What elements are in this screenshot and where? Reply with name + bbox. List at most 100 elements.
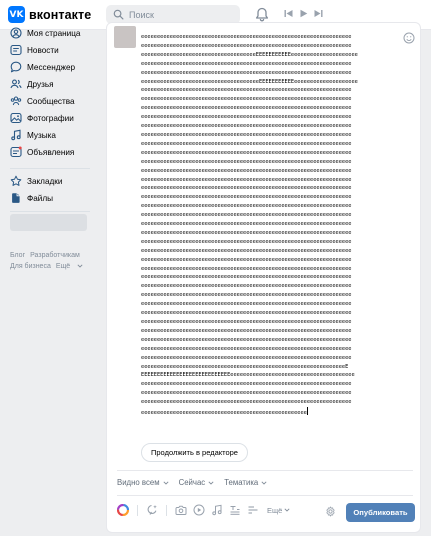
post-text-line: eeeeeeeeeeeeeeeeeeeeeeeeeeeeeeeeeeeeeeee… xyxy=(141,185,352,192)
sidebar-item-friends[interactable]: Друзья xyxy=(0,76,100,93)
notifications-bell-icon[interactable] xyxy=(255,7,269,22)
post-text-line: eeeeeeeeeeeeeeeeeeeeeeeeeeeeeeeeeeeeeeee… xyxy=(141,381,352,388)
star-icon xyxy=(10,175,22,186)
sidebar-item-classifieds[interactable]: Объявления xyxy=(0,144,100,161)
toolbar-separator xyxy=(137,504,138,516)
sidebar-item-communities[interactable]: Сообщества xyxy=(0,93,100,110)
sidebar-item-my-page[interactable]: Моя страница xyxy=(0,25,100,42)
sidebar-item-photos[interactable]: Фотографии xyxy=(0,110,100,127)
vk-logo[interactable]: VK вконтакте xyxy=(8,6,91,23)
color-wheel-icon xyxy=(117,504,129,516)
post-text-line: eeeeeeeeeeeeeeeeeeeeeeeeeeeeeeeeeeeeeeee… xyxy=(141,229,352,236)
search-placeholder: Поиск xyxy=(129,9,154,20)
post-text-line: eeeeeeeeeeeeeeeeeeeeeeeeeeeeeeeeeeeeeeee… xyxy=(141,167,352,174)
vk-logo-text: вконтакте xyxy=(29,7,92,22)
attach-sticker-button[interactable] xyxy=(146,504,158,516)
publish-time-select[interactable]: Сейчас xyxy=(179,478,215,487)
emoji-smile-icon[interactable] xyxy=(403,32,415,44)
post-text-line: eeeeeeeeeeeeeeeeeeeeeeeeeeeeeeeeeeeeeeee… xyxy=(141,140,352,147)
post-text-line: eeeeeeeeeeeeeeeeeeeeeeeeeeeeeeeeeeeeeeee… xyxy=(141,265,352,272)
attach-color-background-button[interactable] xyxy=(117,504,129,516)
sidebar-divider xyxy=(10,211,90,212)
sidebar-item-bookmarks[interactable]: Закладки xyxy=(0,173,100,190)
attach-video-button[interactable] xyxy=(193,504,205,516)
post-text-line: eeeeeeeeeeeeeeeeeeeeeeeeeeeeeeeeeeeeeeee… xyxy=(141,87,352,94)
toolbar-separator xyxy=(166,504,167,516)
sidebar-item-news[interactable]: Новости xyxy=(0,42,100,59)
post-text-line: eeeeeeeeeeeeeeeeeeeeeeeeeeeeeeeeeeeeeeee… xyxy=(141,123,352,130)
post-text-line: eeeeeeeeeeeeeeeeeeeeeeeeeeeeeeeeeeeeeeee… xyxy=(141,336,352,343)
user-circle-icon xyxy=(10,27,22,39)
vk-logo-icon: VK xyxy=(8,6,25,23)
post-text-line: eeeeeeeeeeeeeeeeeeeeeeeeeeeeeeeeeeeeeeee… xyxy=(141,399,352,406)
post-text-line: eeeeeeeeeeeeeeeeeeeeeeeeeeeeeeeeeeeeeeee… xyxy=(141,114,352,121)
attach-photo-button[interactable] xyxy=(175,504,187,516)
sidebar-item-label: Фотографии xyxy=(27,114,74,123)
play-icon[interactable] xyxy=(299,9,308,18)
post-text-line: eeeeeeeeeeeeeeeeeeeeeeeeeeeeeeeeeeeeeeee… xyxy=(141,407,403,418)
photo-icon xyxy=(10,112,22,124)
sidebar-item-messenger[interactable]: Мессенджер xyxy=(0,59,100,76)
sidebar-item-files[interactable]: Файлы xyxy=(0,190,100,207)
chat-bubble-icon xyxy=(10,61,22,73)
music-note-icon xyxy=(212,504,222,516)
post-text-line: eeeeeeeeeeeeeeeeeeeeeeeeeeeeeeeeeeeeeeee… xyxy=(141,274,352,281)
chevron-down-icon xyxy=(77,264,83,268)
sidebar-footer-links-2: Для бизнеса Ещё xyxy=(10,263,88,270)
audio-player-controls xyxy=(284,9,323,18)
sidebar-item-music[interactable]: Музыка xyxy=(0,127,100,144)
friends-icon xyxy=(10,79,22,89)
sidebar-item-label: Объявления xyxy=(27,148,75,157)
footer-link-business[interactable]: Для бизнеса xyxy=(10,263,51,270)
post-text-line: eeeeeeeeeeeeeeeeeeeeeeeeeeeeeeeeeeeeeeee… xyxy=(141,158,352,165)
text-caret xyxy=(306,407,308,416)
chevron-down-icon xyxy=(163,480,169,485)
music-note-icon xyxy=(11,129,21,141)
search-icon xyxy=(113,9,124,20)
post-text-line: eeeeeeeeeeeeeeeeeeeeeeeeeeeeeeeeeeeeeeee… xyxy=(141,42,352,49)
footer-link-more[interactable]: Ещё xyxy=(56,263,83,270)
continue-in-editor-button[interactable]: Продолжить в редакторе xyxy=(141,443,248,462)
post-text-line: eeeeeeeeeeeeeeeeeeeeeeeeeeeeeeeeeeeeeeee… xyxy=(141,176,352,183)
attach-article-button[interactable] xyxy=(229,504,241,516)
gear-icon[interactable] xyxy=(325,506,336,517)
footer-link-developers[interactable]: Разработчикам xyxy=(30,252,80,259)
post-text-line: eeeeeeeeeeeeeeeeeeeeeeeeeeeeeeeeeeeeeeee… xyxy=(141,345,352,352)
post-text-line: eeeeeeeeeeeeeeeeeeeeeeeeeeeeeeeeeeeeeeee… xyxy=(141,105,352,112)
post-text-line: eeeeeeeeeeeeeeeeeeeeeeeeeeeeeeeeeeeeeeee… xyxy=(141,194,352,201)
footer-link-blog[interactable]: Блог xyxy=(10,252,25,259)
sidebar-item-label: Друзья xyxy=(27,80,54,89)
chevron-down-icon xyxy=(261,480,267,485)
attach-poll-button[interactable] xyxy=(247,504,259,516)
post-text-line: eeeeeeeeeeeeeeeeeeeeeeeeeeeeeeeeeeeeeeee… xyxy=(141,283,352,290)
post-composer: eeeeeeeeeeeeeeeeeeeeeeeeeeeeeeeeeeeeeeee… xyxy=(106,22,421,533)
post-text-line: eeeeeeeeeeeeeeeeeeeeeeeeeeeeeeeeeeeeeeee… xyxy=(141,301,352,308)
visibility-select[interactable]: Видно всем xyxy=(117,478,169,487)
more-attachments-button[interactable]: Ещё xyxy=(267,506,290,515)
post-text-line: eeeeeeeeeeeeeeeeeeeeeeeeeeeeeeeeeeeeeeee… xyxy=(141,221,352,228)
post-text-line: eeeeeeeeeeeeeeeeeeeeeeeeeeeeeeeeeeeeEEEE… xyxy=(141,51,358,58)
composer-divider xyxy=(117,495,413,496)
previous-track-icon[interactable] xyxy=(284,9,293,18)
topic-select[interactable]: Тематика xyxy=(224,478,267,487)
post-text-line: eeeeeeeeeeeeeeeeeeeeeeeeeeeeeeeeeeeeeeee… xyxy=(141,354,352,361)
post-text-line: eeeeeeeeeeeeeeeeeeeeeeeeeeeeeeeeeeeeeeee… xyxy=(141,310,352,317)
post-text-line: eeeeeeeeeeeeeeeeeeeeeeeeeeeeeeeeeeeeeeee… xyxy=(141,212,352,219)
post-text-line: eeeeeeeeeeeeeeeeeeeeeeeeeeeeeeeeeeeeeeee… xyxy=(141,363,349,370)
post-text-line: eeeeeeeeeeeeeeeeeeeeeeeeeeeeeeeeeeeeeeee… xyxy=(141,96,352,103)
attach-music-button[interactable] xyxy=(211,504,223,516)
post-text-line: eeeeeeeeeeeeeeeeeeeeeeeeeeeeeeeeeeeeeeee… xyxy=(141,292,352,299)
video-play-icon xyxy=(193,504,205,516)
post-text-editor[interactable]: eeeeeeeeeeeeeeeeeeeeeeeeeeeeeeeeeeeeeeee… xyxy=(141,33,403,418)
avatar[interactable] xyxy=(114,26,136,48)
publish-button[interactable]: Опубликовать xyxy=(346,503,415,522)
next-track-icon[interactable] xyxy=(314,9,323,18)
post-text-line: eeeeeeeeeeeeeeeeeeeeeeeeeeeeeeeeeeeeeeee… xyxy=(141,69,352,76)
post-text-line: eeeeeeeeeeeeeeeeeeeeeeeeeeeeeeeeeeeeeeee… xyxy=(141,256,352,263)
post-text-line: eeeeeeeeeeeeeeeeeeeeeeeeeeeeeeeeeeeeeeee… xyxy=(141,238,352,245)
news-icon xyxy=(10,44,22,56)
text-lines-icon xyxy=(230,506,240,515)
sidebar-item-label: Закладки xyxy=(27,177,63,186)
sidebar-item-label: Мессенджер xyxy=(27,63,76,72)
groups-icon xyxy=(10,96,22,106)
